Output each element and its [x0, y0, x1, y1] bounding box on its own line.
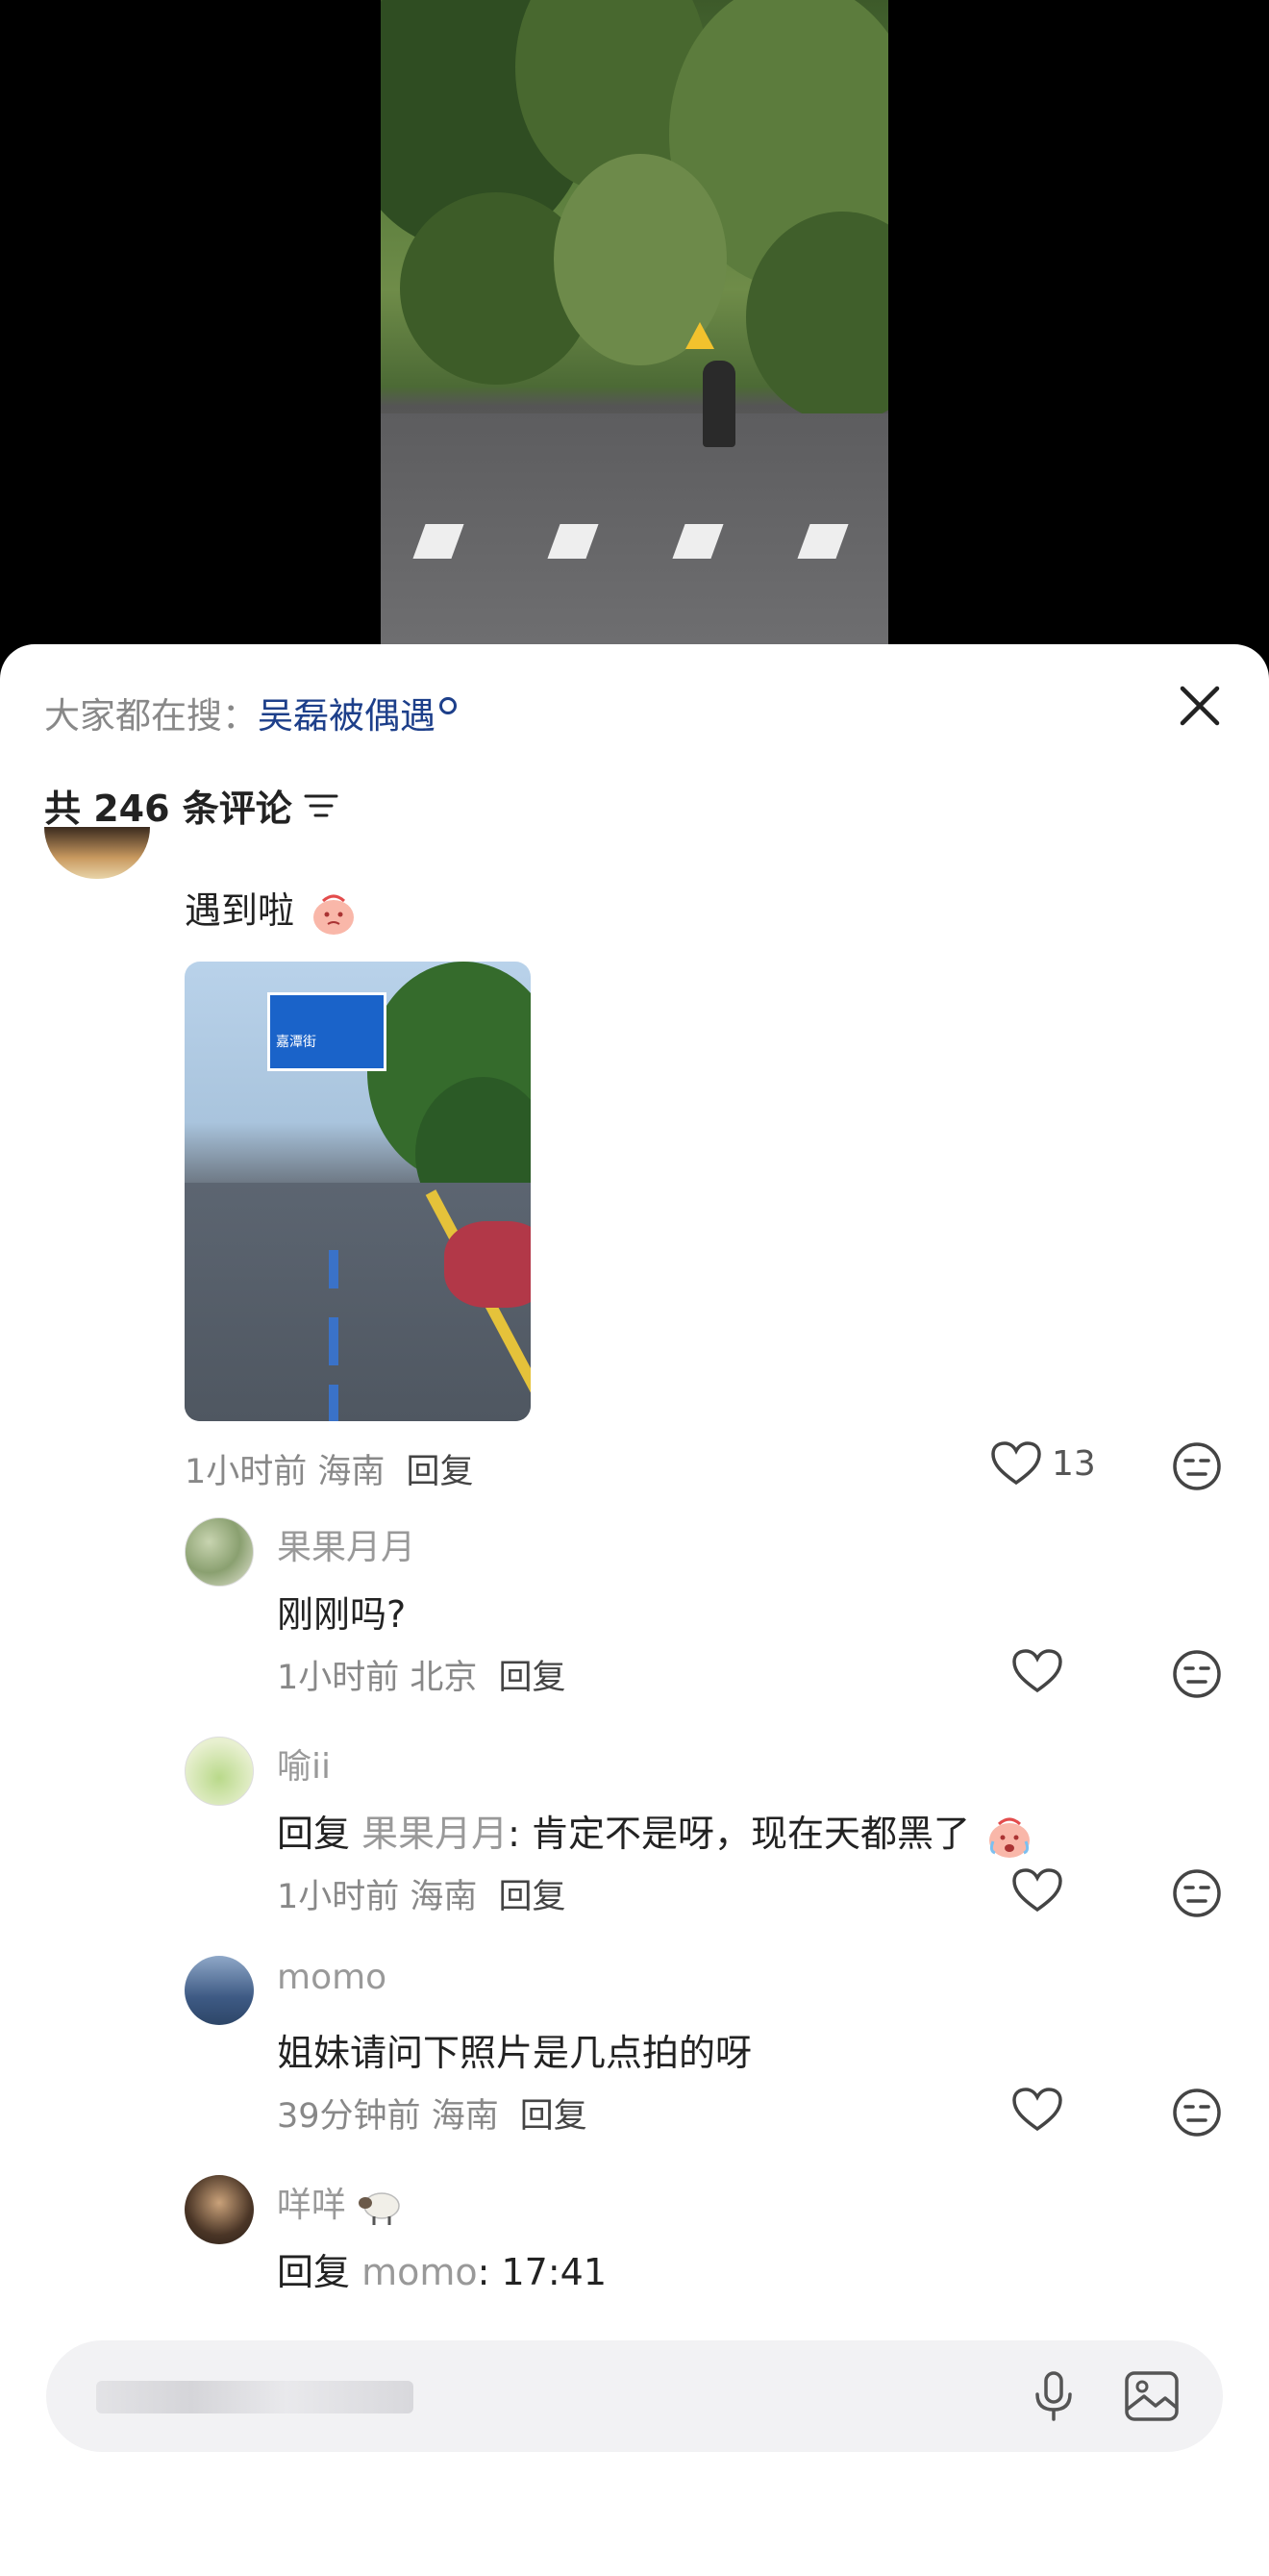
microphone-icon[interactable] [1027, 2369, 1081, 2423]
username[interactable]: momo [277, 1958, 386, 1997]
heart-icon [1012, 1868, 1062, 1913]
like-button[interactable] [1011, 1648, 1063, 1694]
crying-emoji-icon [313, 894, 355, 935]
username[interactable]: 果果月月 [277, 1519, 415, 1569]
comment-text: 回复 momo: 17:41 [277, 2251, 608, 2293]
comment-text: 遇到啦 [185, 881, 358, 936]
close-icon[interactable] [1175, 681, 1225, 731]
search-hint-keyword[interactable]: 吴磊被偶遇 [258, 695, 435, 737]
like-button[interactable]: 13 [990, 1440, 1096, 1487]
heart-icon [1012, 2088, 1062, 2132]
emoji-face-icon[interactable] [1171, 2087, 1223, 2138]
like-button[interactable] [1011, 1867, 1063, 1913]
comment-meta: 1小时前 海南 回复 [185, 1453, 474, 1491]
comment-text: 回复 果果月月: 肯定不是呀，现在天都黑了 [277, 1804, 1033, 1859]
comment-sheet: 大家都在搜：吴磊被偶遇 共 246 条评论 遇到啦 嘉潭街 1小时前 海南 回复… [0, 644, 1269, 2576]
sheep-emoji-icon [359, 2192, 401, 2225]
comment-input-bar[interactable] [46, 2340, 1223, 2452]
search-icon [439, 697, 457, 714]
cyclist-figure [703, 361, 735, 447]
emoji-face-icon[interactable] [1171, 1867, 1223, 1919]
search-hint-prefix: 大家都在搜： [44, 695, 258, 737]
reply-button[interactable]: 回复 [520, 2097, 587, 2136]
comment-count: 共 246 条评论 [44, 788, 292, 830]
comment-meta: 1小时前 北京 回复 [277, 1659, 566, 1697]
heart-icon [1012, 1649, 1062, 1693]
avatar[interactable] [185, 1956, 254, 2025]
avatar[interactable] [44, 827, 150, 879]
video-player[interactable] [0, 0, 1269, 663]
emoji-face-icon[interactable] [1171, 1648, 1223, 1700]
avatar[interactable] [185, 2175, 254, 2244]
comment-photo[interactable]: 嘉潭街 [185, 962, 531, 1421]
reply-button[interactable]: 回复 [498, 1659, 565, 1697]
comment-count-row[interactable]: 共 246 条评论 [44, 779, 338, 832]
comment-meta: 39分钟前 海南 回复 [277, 2097, 587, 2136]
avatar[interactable] [185, 1517, 254, 1587]
filter-icon[interactable] [304, 791, 338, 820]
reply-button[interactable]: 回复 [498, 1878, 565, 1916]
comment-text: 姐妹请问下照片是几点拍的呀 [277, 2032, 753, 2074]
heart-icon [991, 1441, 1041, 1486]
image-icon[interactable] [1123, 2369, 1181, 2423]
avatar[interactable] [185, 1737, 254, 1806]
username[interactable]: 咩咩 [277, 2177, 405, 2227]
comment-text: 刚刚吗? [277, 1593, 407, 1636]
reply-to-username[interactable]: momo [361, 2251, 478, 2293]
crying-emoji-icon [989, 1817, 1031, 1858]
reply-to-username[interactable]: 果果月月 [361, 1813, 508, 1855]
comment-input-field[interactable] [96, 2381, 413, 2413]
like-button[interactable] [1011, 2087, 1063, 2133]
road-sign: 嘉潭街 [267, 992, 386, 1071]
video-frame[interactable] [381, 0, 888, 644]
reply-button[interactable]: 回复 [406, 1453, 473, 1491]
emoji-face-icon[interactable] [1171, 1440, 1223, 1492]
username[interactable]: 喻ii [277, 1738, 331, 1788]
like-count: 13 [1052, 1443, 1096, 1484]
comment-meta: 1小时前 海南 回复 [277, 1878, 566, 1916]
search-suggestion[interactable]: 大家都在搜：吴磊被偶遇 [44, 687, 457, 738]
